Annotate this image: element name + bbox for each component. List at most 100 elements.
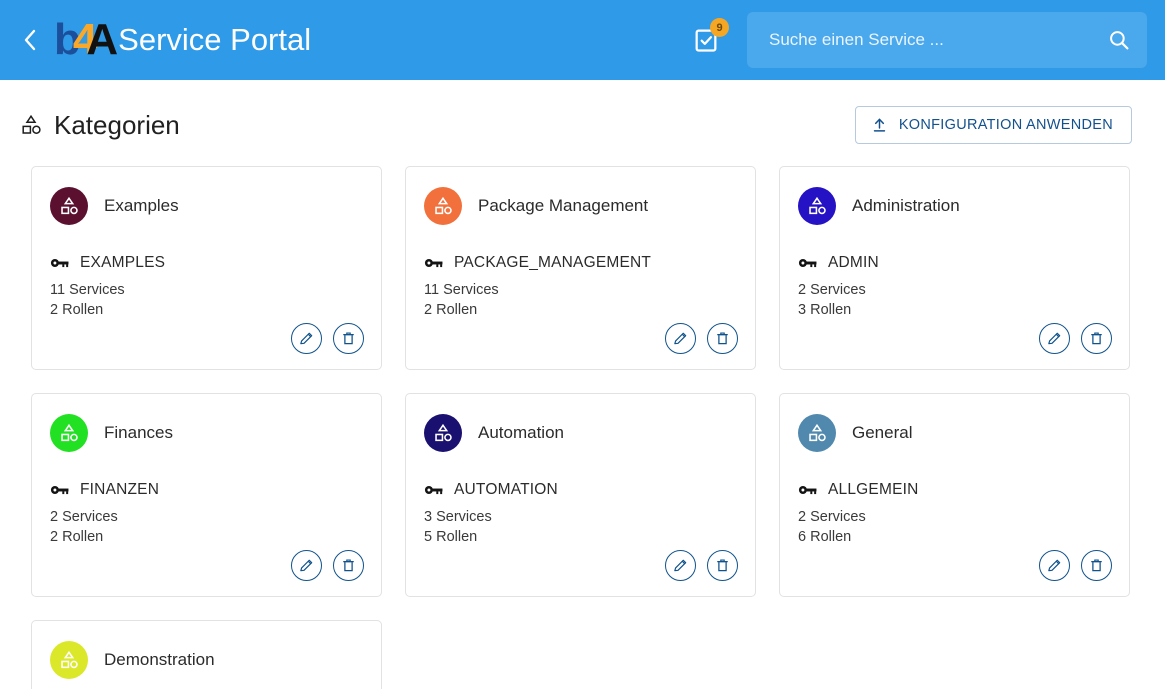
page-title: Kategorien — [54, 112, 180, 138]
trash-icon — [714, 330, 731, 347]
category-card[interactable]: Finances FINANZEN 2 Services 2 Rollen — [31, 393, 382, 597]
key-icon — [798, 255, 818, 271]
search-input[interactable] — [767, 29, 1107, 51]
pencil-icon — [1046, 557, 1063, 574]
roles-count: 6 Rollen — [798, 527, 1111, 547]
category-avatar — [424, 414, 462, 452]
category-name: Demonstration — [104, 650, 215, 670]
roles-count: 2 Rollen — [50, 300, 363, 320]
search-icon[interactable] — [1107, 28, 1131, 52]
card-actions — [291, 550, 364, 581]
edit-category-button[interactable] — [665, 323, 696, 354]
trash-icon — [1088, 557, 1105, 574]
trash-icon — [340, 330, 357, 347]
categories-grid: Examples EXAMPLES 11 Services 2 Rollen — [0, 148, 1165, 689]
card-header: Examples — [50, 185, 363, 227]
services-count: 2 Services — [50, 507, 363, 527]
trash-icon — [1088, 330, 1105, 347]
categories-icon — [58, 422, 80, 444]
services-count: 2 Services — [798, 280, 1111, 300]
delete-category-button[interactable] — [707, 323, 738, 354]
card-header: Demonstration — [50, 639, 363, 681]
tasks-button[interactable]: 9 — [685, 19, 727, 61]
key-icon — [798, 482, 818, 498]
pencil-icon — [672, 557, 689, 574]
categories-icon — [58, 649, 80, 671]
card-actions — [1039, 550, 1112, 581]
category-stats: 11 Services 2 Rollen — [424, 280, 737, 320]
category-key: EXAMPLES — [80, 254, 165, 272]
category-card[interactable]: Demonstration DEMO — [31, 620, 382, 689]
services-count: 11 Services — [424, 280, 737, 300]
pencil-icon — [672, 330, 689, 347]
category-card[interactable]: Automation AUTOMATION 3 Services 5 Rolle… — [405, 393, 756, 597]
category-key: FINANZEN — [80, 481, 159, 499]
app-title: Service Portal — [118, 22, 311, 58]
card-header: Package Management — [424, 185, 737, 227]
category-key-row: ADMIN — [798, 254, 1111, 272]
back-button[interactable] — [14, 20, 44, 60]
categories-icon — [806, 195, 828, 217]
card-header: Automation — [424, 412, 737, 454]
tasks-badge: 9 — [710, 18, 729, 37]
edit-category-button[interactable] — [291, 550, 322, 581]
search-container[interactable] — [747, 12, 1147, 68]
delete-category-button[interactable] — [707, 550, 738, 581]
trash-icon — [340, 557, 357, 574]
roles-count: 2 Rollen — [50, 527, 363, 547]
roles-count: 3 Rollen — [798, 300, 1111, 320]
app-header: b 4 A Service Portal 9 — [0, 0, 1165, 80]
pencil-icon — [298, 557, 315, 574]
logo-b4a: b 4 A — [54, 18, 116, 62]
category-key-row: ALLGEMEIN — [798, 481, 1111, 499]
key-icon — [424, 482, 444, 498]
key-icon — [424, 255, 444, 271]
card-actions — [665, 323, 738, 354]
roles-count: 2 Rollen — [424, 300, 737, 320]
category-avatar — [50, 187, 88, 225]
edit-category-button[interactable] — [1039, 550, 1070, 581]
category-stats: 3 Services 5 Rollen — [424, 507, 737, 547]
category-avatar — [798, 414, 836, 452]
categories-icon — [806, 422, 828, 444]
category-avatar — [50, 414, 88, 452]
card-header: Administration — [798, 185, 1111, 227]
pencil-icon — [298, 330, 315, 347]
categories-icon — [432, 195, 454, 217]
category-key: ALLGEMEIN — [828, 481, 919, 499]
category-key-row: FINANZEN — [50, 481, 363, 499]
edit-category-button[interactable] — [291, 323, 322, 354]
category-card[interactable]: Administration ADMIN 2 Services 3 Rollen — [779, 166, 1130, 370]
card-header: General — [798, 412, 1111, 454]
apply-configuration-button[interactable]: KONFIGURATION ANWENDEN — [855, 106, 1132, 144]
edit-category-button[interactable] — [665, 550, 696, 581]
trash-icon — [714, 557, 731, 574]
edit-category-button[interactable] — [1039, 323, 1070, 354]
category-key-row: AUTOMATION — [424, 481, 737, 499]
category-card[interactable]: General ALLGEMEIN 2 Services 6 Rollen — [779, 393, 1130, 597]
brand[interactable]: b 4 A Service Portal — [54, 18, 311, 62]
page-titlebar: Kategorien KONFIGURATION ANWENDEN — [0, 80, 1165, 148]
category-stats: 2 Services 3 Rollen — [798, 280, 1111, 320]
delete-category-button[interactable] — [1081, 550, 1112, 581]
card-actions — [291, 323, 364, 354]
key-icon — [50, 482, 70, 498]
apply-configuration-label: KONFIGURATION ANWENDEN — [899, 117, 1113, 133]
category-card[interactable]: Examples EXAMPLES 11 Services 2 Rollen — [31, 166, 382, 370]
category-card[interactable]: Package Management PACKAGE_MANAGEMENT 11… — [405, 166, 756, 370]
category-stats: 2 Services 2 Rollen — [50, 507, 363, 547]
delete-category-button[interactable] — [1081, 323, 1112, 354]
category-avatar — [424, 187, 462, 225]
upload-icon — [871, 117, 888, 134]
category-key: ADMIN — [828, 254, 879, 272]
category-key-row: PACKAGE_MANAGEMENT — [424, 254, 737, 272]
services-count: 2 Services — [798, 507, 1111, 527]
categories-icon — [58, 195, 80, 217]
category-key: PACKAGE_MANAGEMENT — [454, 254, 651, 272]
pencil-icon — [1046, 330, 1063, 347]
category-name: Automation — [478, 423, 564, 443]
category-avatar — [50, 641, 88, 679]
category-stats: 2 Services 6 Rollen — [798, 507, 1111, 547]
delete-category-button[interactable] — [333, 323, 364, 354]
delete-category-button[interactable] — [333, 550, 364, 581]
